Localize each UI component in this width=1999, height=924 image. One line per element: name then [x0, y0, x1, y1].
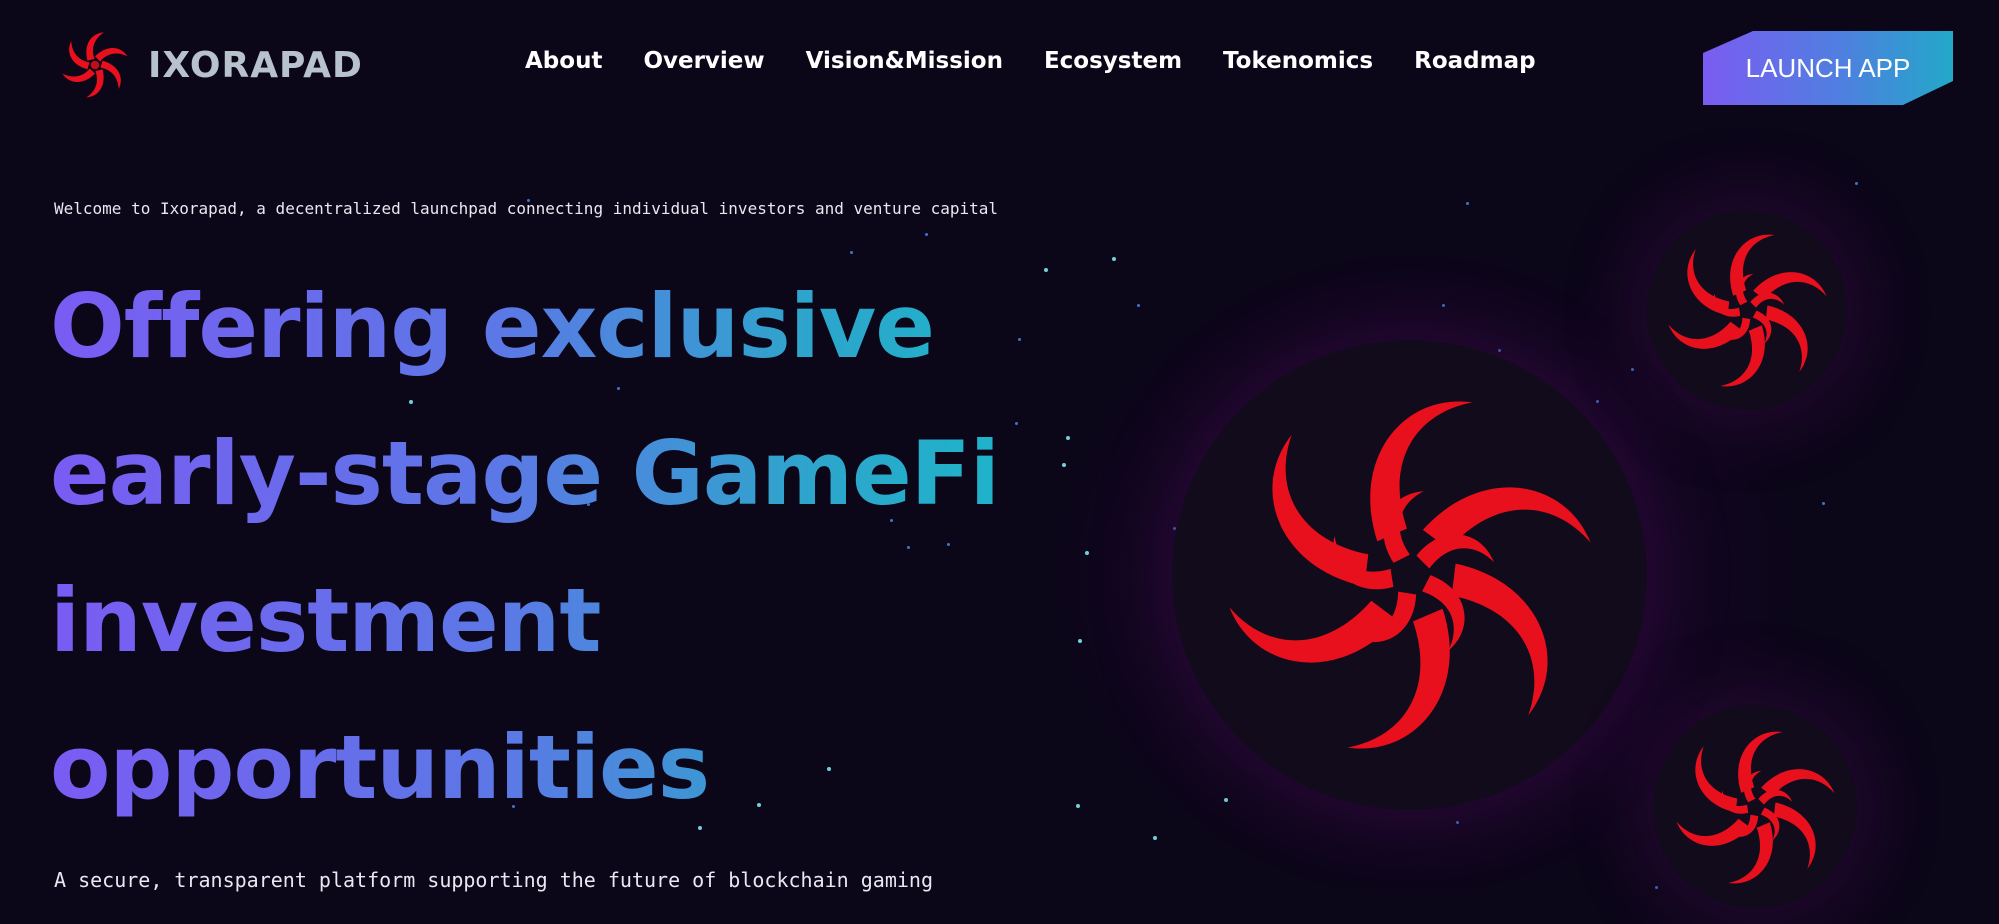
star — [1062, 463, 1066, 467]
small-logo-orb-bottom — [1653, 705, 1857, 909]
flower-swirl-icon — [1667, 222, 1827, 398]
star — [925, 233, 928, 236]
star — [1076, 804, 1080, 808]
hero-headline: Offering exclusive early-stage GameFi in… — [50, 253, 1050, 841]
flower-swirl-icon — [1675, 719, 1835, 895]
nav-vision-mission[interactable]: Vision&Mission — [806, 48, 1003, 74]
large-logo-orb — [1172, 340, 1647, 810]
star — [1224, 798, 1228, 802]
flower-swirl-logo-icon — [62, 28, 128, 102]
welcome-text: Welcome to Ixorapad, a decentralized lau… — [54, 199, 999, 218]
headline-line: Offering exclusive — [50, 253, 1050, 400]
flower-swirl-icon — [1228, 375, 1591, 775]
main-nav: About Overview Vision&Mission Ecosystem … — [525, 48, 1536, 74]
hero-tagline: A secure, transparent platform supportin… — [54, 868, 933, 892]
star — [1112, 257, 1116, 261]
star — [1078, 639, 1082, 643]
star — [1822, 502, 1825, 505]
star — [1498, 349, 1501, 352]
brand-logo[interactable]: IXORAPAD — [52, 22, 363, 108]
nav-about[interactable]: About — [525, 48, 602, 74]
headline-line: investment — [50, 547, 1050, 694]
nav-overview[interactable]: Overview — [643, 48, 764, 74]
star — [1855, 182, 1858, 185]
headline-line: opportunities — [50, 694, 1050, 841]
star — [1631, 368, 1634, 371]
launch-app-button[interactable]: LAUNCH APP — [1703, 31, 1953, 105]
star — [1442, 304, 1445, 307]
star — [1466, 202, 1469, 205]
brand-name: IXORAPAD — [148, 44, 363, 86]
nav-ecosystem[interactable]: Ecosystem — [1044, 48, 1182, 74]
headline-line: early-stage GameFi — [50, 400, 1050, 547]
star — [1456, 821, 1459, 824]
nav-tokenomics[interactable]: Tokenomics — [1223, 48, 1373, 74]
star — [1085, 551, 1089, 555]
site-header: IXORAPAD About Overview Vision&Mission E… — [0, 0, 1999, 135]
star — [1655, 886, 1658, 889]
nav-roadmap[interactable]: Roadmap — [1414, 48, 1535, 74]
star — [1137, 304, 1140, 307]
star — [1066, 436, 1070, 440]
small-logo-orb-top — [1647, 210, 1847, 410]
star — [1153, 836, 1157, 840]
